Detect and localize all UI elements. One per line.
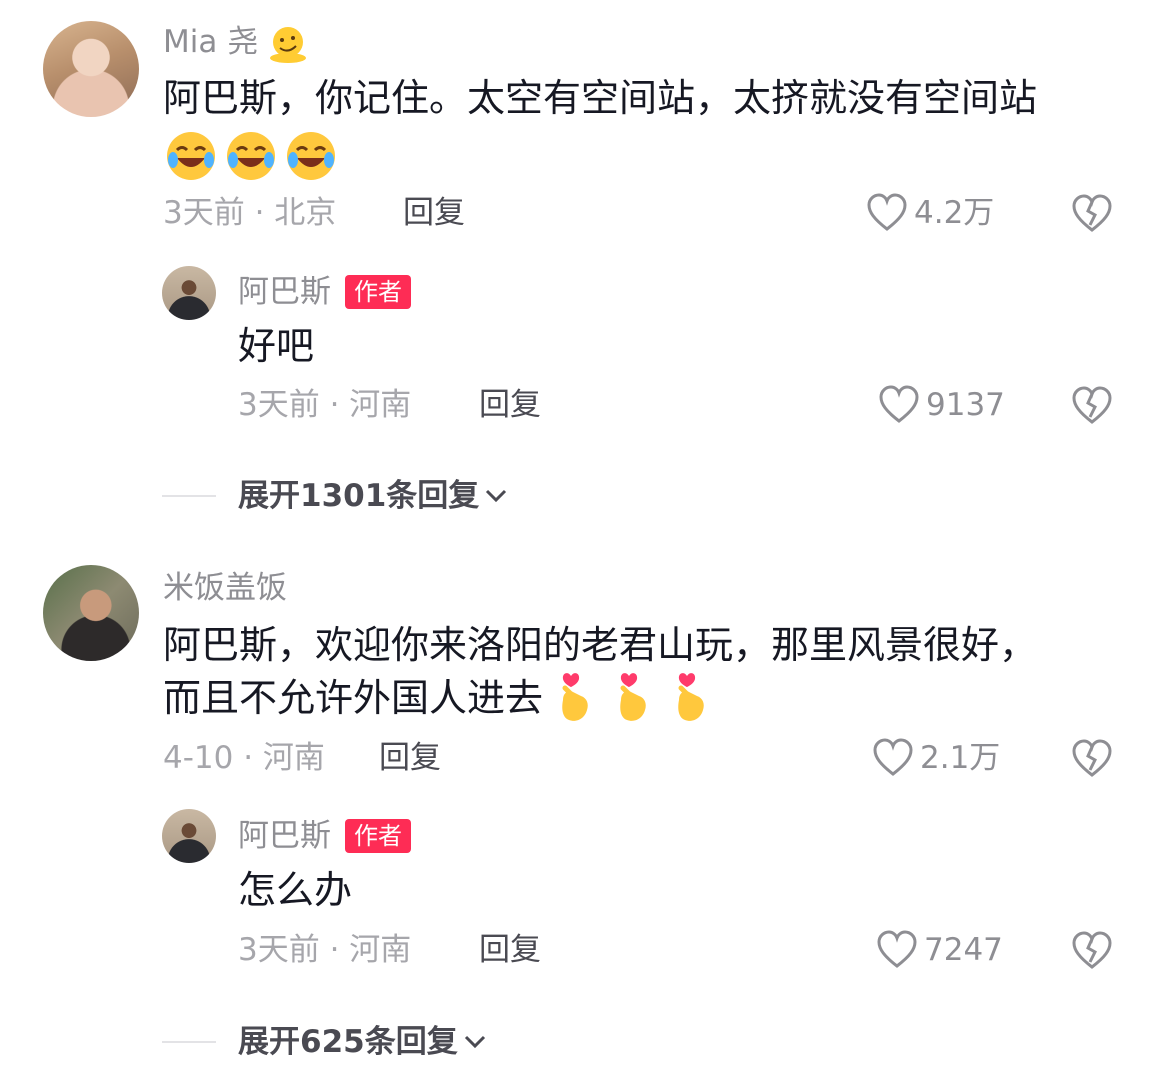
broken-heart-icon[interactable] (1071, 194, 1113, 234)
rolling-laughing-face-icon (227, 132, 275, 180)
finger-heart-icon (620, 673, 646, 721)
expand-label: 展开1301条回复 (238, 478, 480, 514)
comment-text-line-2: 而且不允许外国人进去 (163, 676, 544, 720)
like-button[interactable]: 2.1万 (872, 738, 1000, 778)
expand-replies-button[interactable]: 展开625条回复 (238, 1022, 488, 1062)
reply-button[interactable]: 回复 (403, 193, 465, 233)
comment-text: 阿巴斯，你记住。太空有空间站，太挤就没有空间站 (163, 76, 1038, 120)
comment-text-line-1: 阿巴斯，欢迎你来洛阳的老君山玩，那里风景很好， (163, 623, 1038, 667)
broken-heart-icon[interactable] (1071, 931, 1113, 971)
reply-text: 好吧 (238, 324, 315, 368)
chevron-down-icon (464, 1035, 485, 1049)
divider (162, 495, 216, 497)
finger-heart-icon (562, 673, 588, 721)
reply-button[interactable]: 回复 (479, 385, 541, 425)
rolling-laughing-face-icon (167, 132, 215, 180)
like-button[interactable]: 4.2万 (866, 193, 994, 233)
comment-meta: 3天前 · 北京 (163, 195, 337, 231)
author-badge: 作者 (345, 275, 411, 309)
broken-heart-icon[interactable] (1071, 386, 1113, 426)
heart-outline-icon (867, 193, 907, 231)
like-button[interactable]: 7247 (876, 930, 1003, 970)
reply-header: 阿巴斯 作者 (238, 272, 411, 312)
reply-meta: 3天前 · 河南 (238, 932, 412, 968)
reply-button[interactable]: 回复 (379, 738, 441, 778)
expand-replies-button[interactable]: 展开1301条回复 (238, 476, 509, 516)
heart-outline-icon (873, 738, 913, 776)
comment-username[interactable]: 米饭盖饭 (163, 568, 287, 608)
comment-text-line-2-row: 而且不允许外国人进去 (163, 670, 715, 726)
chevron-down-icon (486, 489, 507, 503)
broken-heart-icon[interactable] (1071, 739, 1113, 779)
reply-button[interactable]: 回复 (479, 930, 541, 970)
like-count: 2.1万 (920, 740, 1001, 776)
reply-username[interactable]: 阿巴斯 (238, 272, 331, 312)
reply-avatar[interactable] (162, 266, 216, 320)
author-badge: 作者 (345, 819, 411, 853)
reply-username[interactable]: 阿巴斯 (238, 816, 331, 856)
comment-meta: 4-10 · 河南 (163, 740, 325, 776)
like-button[interactable]: 9137 (878, 385, 1005, 425)
like-count: 4.2万 (914, 195, 995, 231)
like-count: 7247 (924, 932, 1003, 968)
rolling-laughing-face-icon (287, 132, 335, 180)
reply-meta: 3天前 · 河南 (238, 387, 412, 423)
heart-outline-icon (879, 385, 919, 423)
avatar[interactable] (43, 565, 139, 661)
finger-heart-icon (678, 673, 704, 721)
reply-header: 阿巴斯 作者 (238, 816, 411, 856)
expand-label: 展开625条回复 (238, 1024, 458, 1060)
divider (162, 1041, 216, 1043)
like-count: 9137 (926, 387, 1005, 423)
comment-emoji-row (163, 128, 339, 184)
comment-username[interactable]: Mia 尧 (163, 22, 308, 64)
avatar[interactable] (43, 21, 139, 117)
reply-avatar[interactable] (162, 809, 216, 863)
reply-text: 怎么办 (238, 868, 353, 912)
heart-outline-icon (877, 930, 917, 968)
melting-face-icon (270, 26, 307, 63)
